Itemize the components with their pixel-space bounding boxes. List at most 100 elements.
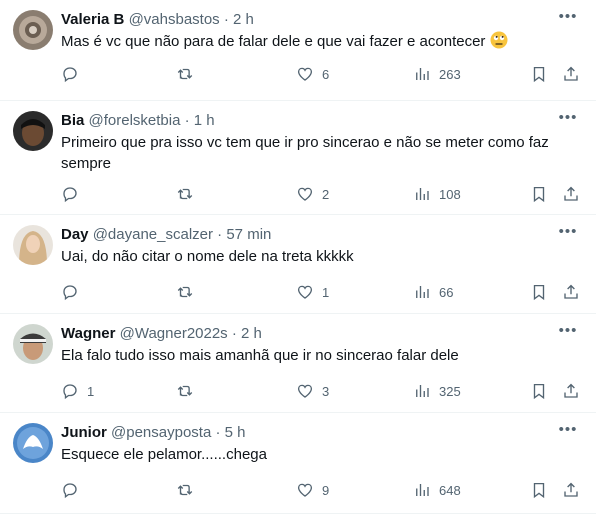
more-dots-icon[interactable]: ••• — [558, 110, 578, 132]
bookmark-button[interactable] — [530, 183, 548, 205]
display-name[interactable]: Valeria B — [61, 11, 124, 28]
display-name[interactable]: Junior — [61, 424, 107, 441]
heart-icon — [297, 187, 313, 201]
like-button[interactable]: 3 — [296, 380, 329, 402]
tweet-actions: 1 3 325 — [0, 380, 596, 402]
avatar[interactable] — [13, 10, 53, 50]
retweet-button[interactable] — [176, 479, 202, 501]
share-button[interactable] — [562, 479, 580, 501]
like-button[interactable]: 9 — [296, 479, 329, 501]
reply-icon — [63, 67, 77, 83]
views-button[interactable]: 263 — [413, 63, 461, 85]
tweet-actions: 6 263 — [0, 63, 596, 85]
username[interactable]: @pensayposta — [111, 424, 211, 441]
share-button[interactable] — [562, 380, 580, 402]
display-name[interactable]: Bia — [61, 112, 84, 129]
display-name[interactable]: Wagner — [61, 325, 115, 342]
retweet-button[interactable] — [176, 63, 202, 85]
like-count: 6 — [322, 66, 330, 82]
tweet[interactable]: Wagner @Wagner2022s · 2 h ••• Ela falo t… — [0, 314, 596, 413]
timestamp[interactable]: 2 h — [241, 325, 262, 342]
timestamp[interactable]: 5 h — [225, 424, 246, 441]
views-chart-icon — [416, 385, 429, 397]
share-button[interactable] — [562, 281, 580, 303]
separator: · — [231, 325, 237, 342]
tweet[interactable]: Bia @forelsketbia · 1 h ••• Primeiro que… — [0, 101, 596, 215]
like-button[interactable]: 2 — [296, 183, 329, 205]
separator: · — [215, 424, 221, 441]
bookmark-button[interactable] — [530, 380, 548, 402]
tweet-text: Mas é vc que não para de falar dele e qu… — [61, 31, 561, 52]
more-dots-icon[interactable]: ••• — [558, 9, 578, 31]
bookmark-button[interactable] — [530, 479, 548, 501]
tweet[interactable]: Junior @pensayposta · 5 h ••• Esquece el… — [0, 413, 596, 514]
username[interactable]: @dayane_scalzer — [93, 226, 213, 243]
bookmark-icon — [533, 284, 545, 301]
like-button[interactable]: 1 — [296, 281, 329, 303]
views-button[interactable]: 325 — [413, 380, 461, 402]
tweet-header: Junior @pensayposta · 5 h — [61, 423, 246, 443]
reply-button[interactable] — [61, 183, 87, 205]
tweet-text: Primeiro que pra isso vc tem que ir pro … — [61, 134, 549, 172]
share-icon — [564, 482, 578, 497]
reply-icon — [63, 187, 77, 203]
avatar[interactable] — [13, 225, 53, 265]
bookmark-icon — [533, 482, 545, 499]
share-icon — [564, 66, 578, 81]
more-dots-icon[interactable]: ••• — [558, 224, 578, 246]
reply-button[interactable]: 1 — [61, 380, 94, 402]
views-chart-icon — [416, 68, 429, 80]
retweet-icon — [177, 68, 193, 80]
separator: · — [223, 11, 229, 28]
share-button[interactable] — [562, 63, 580, 85]
like-count: 9 — [322, 482, 330, 498]
timestamp[interactable]: 1 h — [194, 112, 215, 129]
like-button[interactable]: 6 — [296, 63, 329, 85]
reply-thread: Valeria B @vahsbastos · 2 h ••• Mas é vc… — [0, 0, 596, 514]
views-button[interactable]: 66 — [413, 281, 453, 303]
retweet-icon — [177, 286, 193, 298]
views-button[interactable]: 108 — [413, 183, 461, 205]
reply-button[interactable] — [61, 63, 87, 85]
retweet-button[interactable] — [176, 281, 202, 303]
display-name[interactable]: Day — [61, 226, 89, 243]
views-button[interactable]: 648 — [413, 479, 461, 501]
avatar[interactable] — [13, 111, 53, 151]
username[interactable]: @vahsbastos — [129, 11, 220, 28]
username[interactable]: @Wagner2022s — [120, 325, 228, 342]
tweet[interactable]: Valeria B @vahsbastos · 2 h ••• Mas é vc… — [0, 0, 596, 101]
timestamp[interactable]: 57 min — [226, 226, 271, 243]
more-dots-icon[interactable]: ••• — [558, 323, 578, 345]
views-chart-icon — [416, 286, 429, 298]
share-icon — [564, 186, 578, 201]
tweet-text: Esquece ele pelamor......chega — [61, 446, 267, 463]
bookmark-button[interactable] — [530, 63, 548, 85]
tweet-actions: 2 108 — [0, 183, 596, 205]
views-chart-icon — [416, 188, 429, 200]
view-count: 108 — [439, 186, 461, 202]
like-count: 1 — [322, 284, 330, 300]
tweet-header: Valeria B @vahsbastos · 2 h — [61, 10, 254, 30]
avatar[interactable] — [13, 324, 53, 364]
bookmark-icon — [533, 66, 545, 83]
retweet-button[interactable] — [176, 380, 202, 402]
reply-icon — [63, 483, 77, 499]
reply-button[interactable] — [61, 479, 87, 501]
retweet-icon — [177, 385, 193, 397]
share-icon — [564, 284, 578, 299]
face-with-rolling-eyes-icon — [490, 31, 508, 49]
bookmark-button[interactable] — [530, 281, 548, 303]
tweet[interactable]: Day @dayane_scalzer · 57 min ••• Uai, do… — [0, 215, 596, 314]
username[interactable]: @forelsketbia — [89, 112, 181, 129]
more-dots-icon[interactable]: ••• — [558, 422, 578, 444]
view-count: 263 — [439, 66, 461, 82]
tweet-text-content: Mas é vc que não para de falar dele e qu… — [61, 33, 486, 50]
timestamp[interactable]: 2 h — [233, 11, 254, 28]
avatar[interactable] — [13, 423, 53, 463]
like-count: 2 — [322, 186, 330, 202]
retweet-button[interactable] — [176, 183, 202, 205]
reply-button[interactable] — [61, 281, 87, 303]
tweet-header: Day @dayane_scalzer · 57 min — [61, 225, 271, 245]
tweet-text: Ela falo tudo isso mais amanhã que ir no… — [61, 347, 459, 364]
share-button[interactable] — [562, 183, 580, 205]
